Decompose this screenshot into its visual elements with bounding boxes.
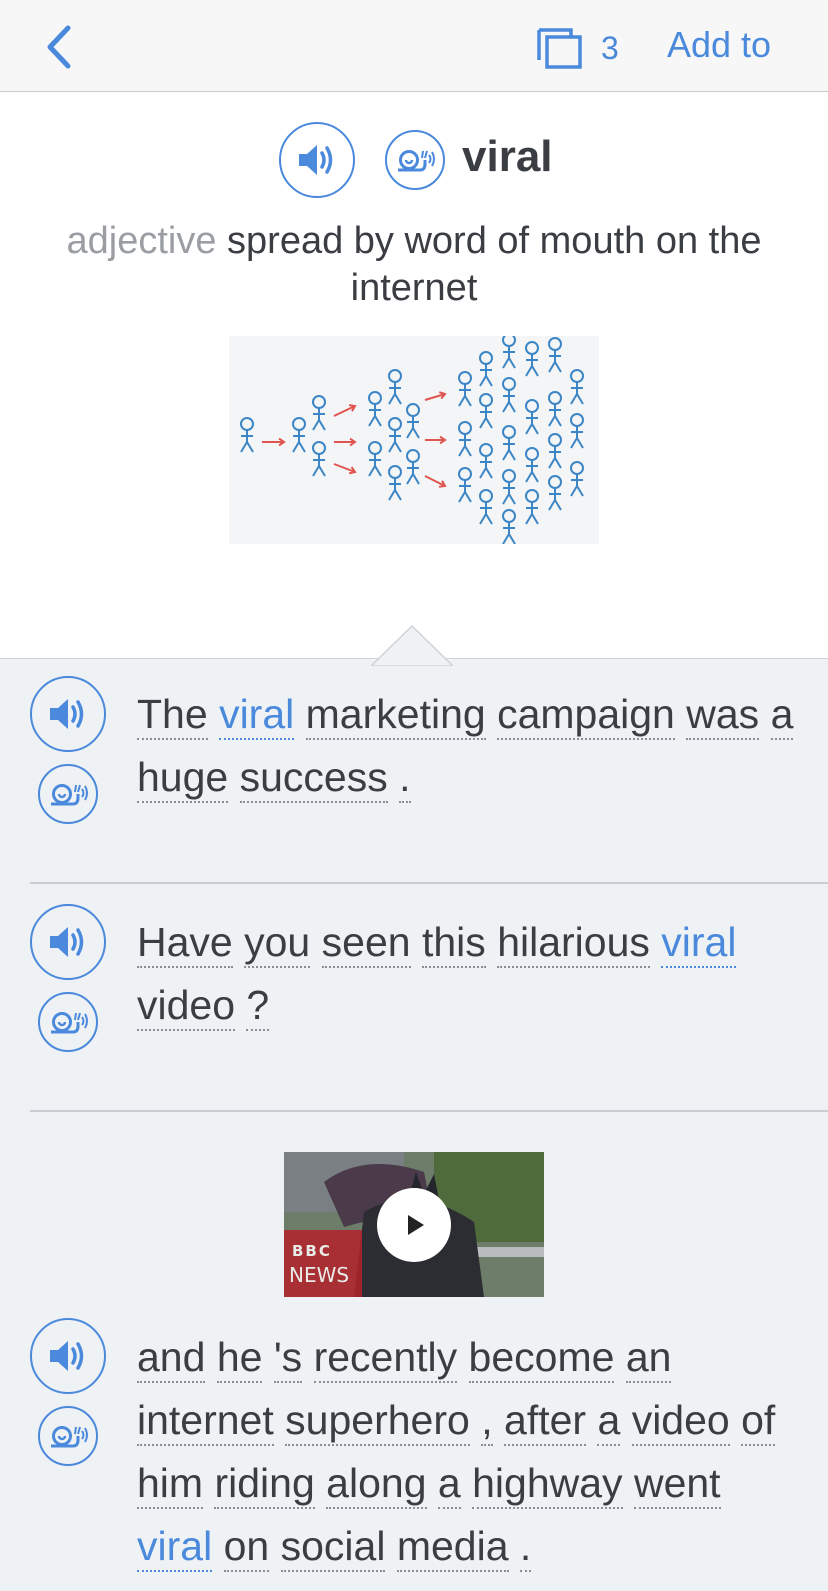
example-2-sentence: Have you seen this hilarious viral video… — [137, 911, 797, 1037]
sentence-word[interactable]: a — [437, 1460, 461, 1509]
sentence-word[interactable]: of — [741, 1397, 776, 1446]
sentence-word[interactable]: The — [137, 691, 208, 740]
sentence-word[interactable]: success — [239, 754, 388, 803]
part-of-speech: adjective — [66, 220, 217, 262]
sentence-word[interactable]: was — [686, 691, 760, 740]
sentence-word[interactable]: recently — [313, 1334, 458, 1383]
sentence-word[interactable]: seen — [321, 919, 411, 968]
sentence-word[interactable]: , — [481, 1397, 493, 1446]
play-example-1-audio-button[interactable] — [30, 676, 106, 752]
sentence-word[interactable]: social — [280, 1523, 386, 1572]
speaker-icon — [50, 1341, 84, 1371]
definition: adjective spread by word of mouth on the… — [40, 218, 788, 312]
chevron-left-icon — [47, 25, 71, 69]
word-illustration — [229, 333, 599, 545]
sentence-word[interactable]: internet — [137, 1397, 274, 1446]
sentence-word[interactable]: along — [326, 1460, 427, 1509]
play-example-2-audio-button[interactable] — [30, 904, 106, 980]
sentence-word[interactable]: video — [631, 1397, 730, 1446]
sentence-word[interactable]: campaign — [497, 691, 675, 740]
definition-text: spread by word of mouth on the internet — [227, 220, 762, 309]
speaker-icon — [50, 927, 84, 957]
snail-icon — [51, 784, 88, 806]
sentence-word[interactable]: riding — [214, 1460, 315, 1509]
sentence-word[interactable]: Have — [137, 919, 233, 968]
sentence-word[interactable]: media — [396, 1523, 509, 1572]
sentence-word[interactable]: . — [399, 754, 411, 803]
sentence-word[interactable]: this — [421, 919, 486, 968]
play-icon — [408, 1215, 424, 1235]
sentence-word[interactable]: superhero — [285, 1397, 470, 1446]
divider — [30, 882, 828, 884]
play-example-3-audio-button[interactable] — [30, 1318, 106, 1394]
card-count: 3 — [601, 29, 619, 66]
card-pointer — [371, 624, 453, 666]
play-example-1-slow-audio-button[interactable] — [38, 764, 98, 824]
sentence-word[interactable]: huge — [137, 754, 229, 803]
card-count-button[interactable]: 3 — [535, 26, 619, 70]
play-video-button[interactable] — [377, 1188, 451, 1262]
top-bar: 3 Add to — [0, 0, 828, 92]
sentence-word[interactable]: marketing — [305, 691, 486, 740]
sentence-word[interactable]: highway — [472, 1460, 623, 1509]
play-word-audio-button[interactable] — [279, 122, 355, 198]
highlighted-word[interactable]: viral — [661, 919, 737, 968]
divider — [30, 1110, 828, 1112]
snail-icon — [398, 150, 435, 172]
example-video-thumbnail[interactable]: BBC NEWS — [284, 1152, 544, 1297]
sentence-word[interactable]: he — [216, 1334, 263, 1383]
sentence-word[interactable]: went — [633, 1460, 721, 1509]
sentence-word[interactable]: on — [223, 1523, 270, 1572]
sentence-word[interactable]: a — [770, 691, 794, 740]
sentence-word[interactable]: 's — [273, 1334, 303, 1383]
speaker-icon — [299, 145, 333, 175]
sentence-word[interactable]: and — [137, 1334, 206, 1383]
highlighted-word[interactable]: viral — [137, 1523, 213, 1572]
sentence-word[interactable]: an — [625, 1334, 672, 1383]
stacked-cards-icon — [537, 28, 582, 69]
stick-figure-spread-illustration — [240, 333, 584, 545]
word-title: viral — [462, 132, 553, 181]
play-word-slow-audio-button[interactable] — [385, 130, 445, 190]
sentence-word[interactable]: become — [468, 1334, 615, 1383]
sentence-word[interactable]: video — [137, 982, 236, 1031]
sentence-word[interactable]: hilarious — [497, 919, 650, 968]
play-example-2-slow-audio-button[interactable] — [38, 992, 98, 1052]
snail-icon — [51, 1426, 88, 1448]
sentence-word[interactable]: ? — [246, 982, 270, 1031]
sentence-word[interactable]: . — [519, 1523, 532, 1572]
sentence-word[interactable]: after — [504, 1397, 587, 1446]
back-button[interactable] — [40, 22, 80, 72]
sentence-word[interactable]: him — [137, 1460, 204, 1509]
sentence-word[interactable]: a — [597, 1397, 621, 1446]
example-3-sentence: and he 's recently become an internet su… — [137, 1326, 777, 1578]
snail-icon — [51, 1012, 88, 1034]
add-to-button[interactable]: Add to — [667, 24, 771, 66]
speaker-icon — [50, 699, 84, 729]
bbc-news-logo: BBC NEWS — [284, 1230, 362, 1297]
highlighted-word[interactable]: viral — [219, 691, 295, 740]
play-example-3-slow-audio-button[interactable] — [38, 1406, 98, 1466]
example-1-sentence: The viral marketing campaign was a huge … — [137, 683, 797, 809]
sentence-word[interactable]: you — [244, 919, 311, 968]
